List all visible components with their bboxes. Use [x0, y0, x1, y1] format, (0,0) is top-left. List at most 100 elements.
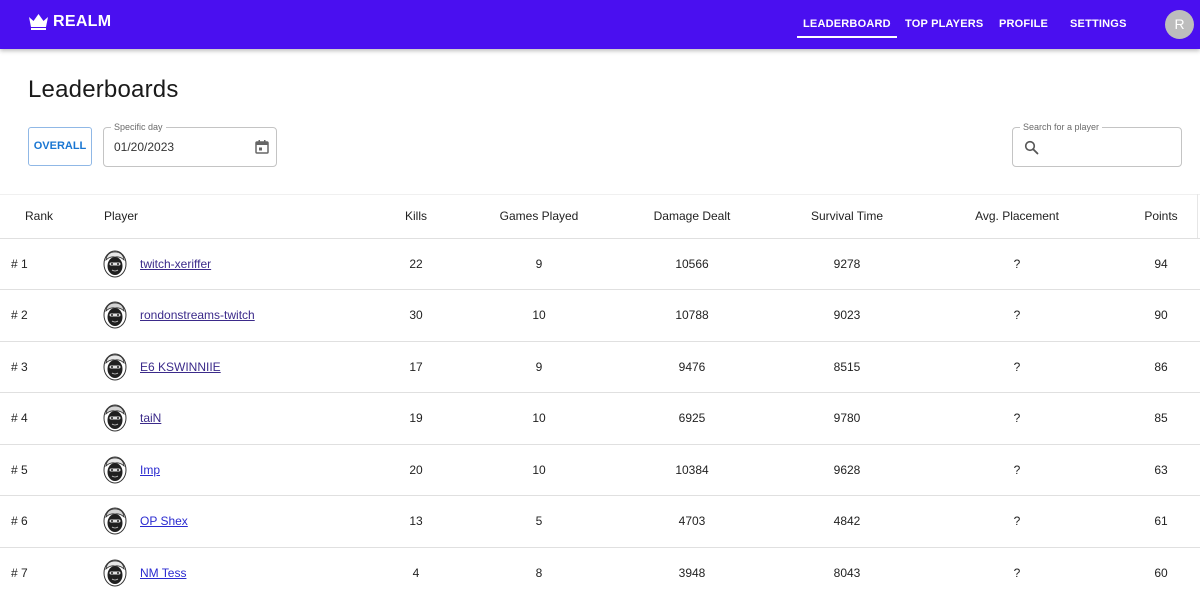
survival-time-cell: 8043 — [833, 565, 861, 580]
table-scroll-edge — [1197, 194, 1198, 238]
player-avatar-icon — [103, 507, 127, 535]
damage-dealt-cell: 6925 — [678, 411, 706, 426]
damage-dealt-cell: 9476 — [678, 359, 706, 374]
brand-logo[interactable]: REALM — [28, 13, 111, 31]
avg-placement-cell: ? — [1013, 308, 1021, 323]
damage-dealt-cell: 10384 — [675, 462, 709, 477]
top-app-bar: REALM LEADERBOARD TOP PLAYERS PROFILE SE… — [0, 0, 1200, 49]
crown-icon — [28, 13, 49, 31]
player-cell: NM Tess — [96, 547, 356, 597]
player-link[interactable]: rondonstreams-twitch — [140, 308, 255, 322]
survival-time-cell: 4842 — [833, 514, 861, 529]
table-row[interactable]: # 1 twitch-xeriffer 22 9 10566 9278? 94 — [0, 238, 1200, 290]
games-played-cell: 10 — [532, 411, 546, 426]
player-link[interactable]: twitch-xeriffer — [140, 257, 211, 271]
games-played-cell: 9 — [535, 256, 543, 271]
player-cell: Imp — [96, 444, 356, 496]
table-row[interactable]: # 6 OP Shex 13 5 4703 4842? 61 — [0, 496, 1200, 548]
games-played-cell: 10 — [532, 462, 546, 477]
points-cell: 85 — [1154, 411, 1168, 426]
player-avatar-icon — [103, 353, 127, 381]
kills-cell: 19 — [409, 411, 423, 426]
nav-settings[interactable]: SETTINGS — [1070, 0, 1127, 49]
avg-placement-cell: ? — [1013, 411, 1021, 426]
search-icon — [1024, 140, 1039, 155]
user-avatar[interactable]: R — [1165, 10, 1194, 39]
damage-dealt-cell: 3948 — [678, 565, 706, 580]
header-avg-placement[interactable]: Avg. Placement — [912, 194, 1122, 239]
overall-button[interactable]: OVERALL — [28, 127, 92, 166]
rank-cell: # 7 — [11, 565, 28, 580]
rank-cell: # 3 — [11, 359, 28, 374]
survival-time-cell: 9278 — [833, 256, 861, 271]
points-cell: 61 — [1154, 514, 1168, 529]
header-kills[interactable]: Kills — [356, 194, 476, 239]
nav-profile[interactable]: PROFILE — [999, 0, 1048, 49]
avg-placement-cell: ? — [1013, 359, 1021, 374]
player-cell: E6 KSWINNIIE — [96, 341, 356, 393]
table-row[interactable]: # 7 NM Tess 4 8 3948 8043? 60 — [0, 547, 1200, 597]
damage-dealt-cell: 10788 — [675, 308, 709, 323]
nav-leaderboard[interactable]: LEADERBOARD — [797, 0, 897, 49]
search-field-label: Search for a player — [1020, 121, 1103, 133]
player-avatar-icon — [103, 404, 127, 432]
kills-cell: 22 — [409, 256, 423, 271]
player-link[interactable]: Imp — [140, 463, 160, 477]
survival-time-cell: 8515 — [833, 359, 861, 374]
player-avatar-icon — [103, 559, 127, 587]
header-games-played[interactable]: Games Played — [476, 194, 602, 239]
table-row[interactable]: # 3 E6 KSWINNIIE 17 9 9476 8515? 86 — [0, 341, 1200, 393]
games-played-cell: 9 — [535, 359, 543, 374]
games-played-cell: 10 — [532, 308, 546, 323]
table-header-row: Rank Player Kills Games Played Damage De… — [0, 194, 1200, 239]
player-avatar-icon — [103, 456, 127, 484]
player-cell: twitch-xeriffer — [96, 238, 356, 290]
survival-time-cell: 9780 — [833, 411, 861, 426]
header-player[interactable]: Player — [96, 194, 356, 239]
player-avatar-icon — [103, 250, 127, 278]
header-damage-dealt[interactable]: Damage Dealt — [602, 194, 782, 239]
avg-placement-cell: ? — [1013, 565, 1021, 580]
avg-placement-cell: ? — [1013, 514, 1021, 529]
points-cell: 90 — [1154, 308, 1168, 323]
leaderboard-table: Rank Player Kills Games Played Damage De… — [0, 194, 1200, 597]
points-cell: 60 — [1154, 565, 1168, 580]
survival-time-cell: 9023 — [833, 308, 861, 323]
table-row[interactable]: # 4 taiN 19 10 6925 9780? 85 — [0, 393, 1200, 445]
player-avatar-icon — [103, 301, 127, 329]
games-played-cell: 8 — [535, 565, 543, 580]
avg-placement-cell: ? — [1013, 256, 1021, 271]
header-rank[interactable]: Rank — [0, 194, 96, 239]
date-value[interactable]: 01/20/2023 — [114, 140, 174, 154]
rank-cell: # 1 — [11, 256, 28, 271]
table-row[interactable]: # 2 rondonstreams-twitch 30 10 10788 9023? 90 — [0, 290, 1200, 341]
search-input[interactable] — [1047, 136, 1175, 160]
points-cell: 63 — [1154, 462, 1168, 477]
points-cell: 86 — [1154, 359, 1168, 374]
leaderboard-table-container: Rank Player Kills Games Played Damage De… — [0, 194, 1200, 597]
rank-cell: # 6 — [11, 514, 28, 529]
kills-cell: 4 — [412, 565, 420, 580]
header-survival-time[interactable]: Survival Time — [782, 194, 912, 239]
date-field-label: Specific day — [111, 121, 166, 133]
rank-cell: # 4 — [11, 411, 28, 426]
player-search-field[interactable]: Search for a player — [1012, 121, 1182, 167]
date-picker-field[interactable]: Specific day 01/20/2023 — [103, 121, 277, 167]
kills-cell: 20 — [409, 462, 423, 477]
player-cell: taiN — [96, 393, 356, 445]
player-link[interactable]: taiN — [140, 411, 161, 425]
rank-cell: # 5 — [11, 462, 28, 477]
header-points[interactable]: Points — [1122, 194, 1200, 239]
player-link[interactable]: OP Shex — [140, 514, 188, 528]
kills-cell: 17 — [409, 359, 423, 374]
player-link[interactable]: NM Tess — [140, 566, 186, 580]
table-row[interactable]: # 5 Imp 20 10 10384 9628? 63 — [0, 444, 1200, 496]
survival-time-cell: 9628 — [833, 462, 861, 477]
rank-cell: # 2 — [11, 308, 28, 323]
calendar-icon[interactable] — [254, 139, 270, 155]
nav-top-players[interactable]: TOP PLAYERS — [905, 0, 983, 49]
kills-cell: 13 — [409, 514, 423, 529]
page-title: Leaderboards — [28, 76, 179, 103]
player-link[interactable]: E6 KSWINNIIE — [140, 360, 221, 374]
player-cell: OP Shex — [96, 496, 356, 548]
